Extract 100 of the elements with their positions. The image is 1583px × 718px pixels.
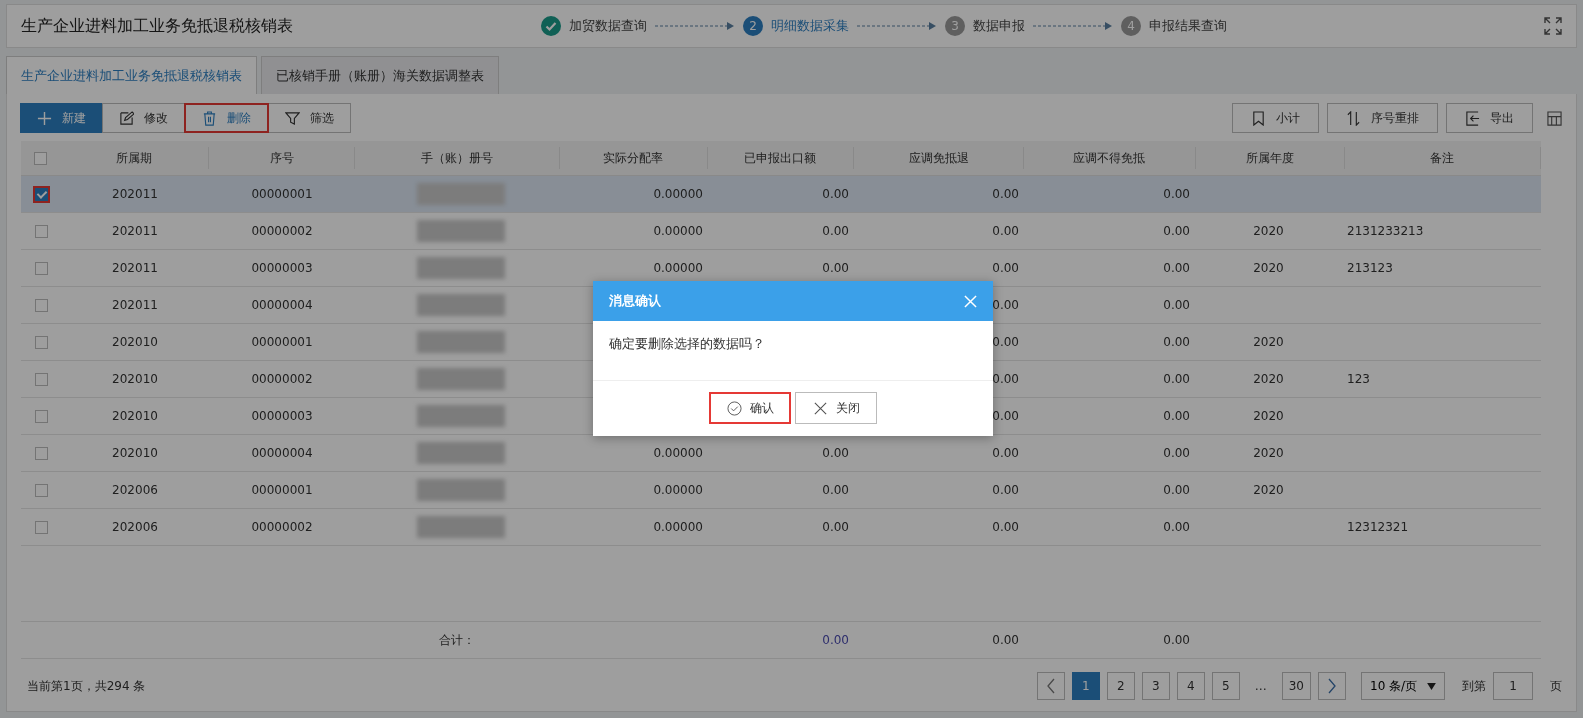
page-button[interactable]: 1	[1071, 672, 1100, 700]
table-cell-text: 202011	[111, 298, 159, 312]
dialog-button[interactable]: 关闭	[795, 392, 877, 424]
page-button[interactable]: 4	[1176, 672, 1205, 700]
row-checkbox[interactable]	[34, 298, 48, 312]
table-cell-text: 0.00	[991, 372, 1020, 386]
fullscreen-icon[interactable]	[1544, 17, 1562, 35]
table-cell-text: 12312321	[1346, 520, 1410, 534]
row-checkbox[interactable]	[32, 185, 50, 203]
table-row[interactable]: 202006 00000002 0.00000 0.00 0.00 0.00 12312321	[21, 509, 1541, 546]
tab[interactable]: 已核销手册（账册）海关数据调整表	[261, 56, 499, 94]
columns-icon[interactable]	[1547, 110, 1562, 126]
table-cell-text: 0.00000	[652, 520, 704, 534]
column-header: 所属期	[60, 147, 210, 169]
page-button[interactable]: 30	[1281, 672, 1311, 700]
page-button[interactable]: 2	[1106, 672, 1135, 700]
table-cell-text: 202010	[111, 335, 159, 349]
toolbar-button[interactable]: 导出	[1446, 103, 1533, 133]
table-cell-text: 0.00000	[652, 446, 704, 460]
toolbar-button[interactable]: 修改	[102, 103, 185, 133]
toolbar-button[interactable]: 序号重排	[1327, 103, 1438, 133]
row-checkbox[interactable]	[34, 483, 48, 497]
table-cell-text: 00000002	[250, 520, 314, 534]
edit-icon	[119, 110, 134, 126]
table-cell-text: 2020	[1252, 224, 1285, 238]
table-cell-text: 202011	[111, 187, 159, 201]
dashed-arrow-icon	[857, 21, 937, 31]
tab[interactable]: 生产企业进料加工业务免抵退税核销表	[6, 56, 257, 94]
bookmark-icon	[1251, 110, 1266, 126]
column-header: 所属年度	[1195, 147, 1345, 169]
dialog-message: 确定要删除选择的数据吗？	[609, 336, 765, 351]
table-cell-text: 0.00	[821, 261, 850, 275]
step-label[interactable]: 明细数据采集	[771, 17, 849, 35]
table-cell-text: 202010	[111, 446, 159, 460]
close-icon[interactable]	[964, 294, 977, 308]
chevron-left-icon	[1045, 678, 1056, 694]
table-cell-text: 0.00	[991, 224, 1020, 238]
column-header: 已申报出口额	[707, 147, 855, 169]
page-button[interactable]: 3	[1141, 672, 1170, 700]
step-label[interactable]: 加贸数据查询	[569, 17, 647, 35]
step-label[interactable]: 数据申报	[973, 17, 1025, 35]
table-cell-text: 0.00	[991, 483, 1020, 497]
table-cell-text: 00000003	[250, 261, 314, 275]
table-cell-text: 202006	[111, 483, 159, 497]
table-cell-text: 00000001	[250, 483, 314, 497]
step-label[interactable]: 申报结果查询	[1149, 17, 1227, 35]
table-cell-text: 0.00	[1162, 483, 1191, 497]
table-cell-text: 0.00	[1162, 224, 1191, 238]
table-row[interactable]: 202011 00000002 0.00000 0.00 0.00 0.00 2020 2131233213	[21, 213, 1541, 250]
table-cell-text: 213123	[1346, 261, 1394, 275]
toolbar-button[interactable]: 新建	[20, 103, 103, 133]
row-checkbox[interactable]	[34, 335, 48, 349]
table-cell-text: 0.00	[1162, 261, 1191, 275]
select-all-checkbox[interactable]	[34, 151, 48, 165]
page-button[interactable]: 5	[1211, 672, 1240, 700]
table-cell-text: 2020	[1252, 372, 1285, 386]
table-cell-text: 202010	[111, 409, 159, 423]
column-header: 序号	[209, 147, 356, 169]
table-cell-text: 0.00	[1162, 446, 1191, 460]
row-checkbox[interactable]	[34, 409, 48, 423]
table-cell-text: 123	[1346, 372, 1371, 386]
toolbar-button[interactable]: 筛选	[268, 103, 351, 133]
table-cell-text: 202011	[111, 261, 159, 275]
table-cell-text: 2020	[1252, 261, 1285, 275]
dialog-button[interactable]: 确认	[709, 392, 791, 424]
column-header: 应调不得免抵	[1024, 147, 1196, 169]
row-checkbox[interactable]	[34, 372, 48, 386]
next-page-button[interactable]	[1318, 672, 1346, 700]
previous-page-button[interactable]	[1036, 672, 1065, 700]
step-number: 4	[1121, 16, 1141, 36]
table-row[interactable]: 202006 00000001 0.00000 0.00 0.00 0.00 2020	[21, 472, 1541, 509]
table-cell-text: 202011	[111, 224, 159, 238]
page-size-select[interactable]: 10 条/页	[1361, 672, 1445, 700]
row-checkbox[interactable]	[34, 261, 48, 275]
column-header: 手（账）册号	[355, 147, 560, 169]
row-checkbox[interactable]	[34, 520, 48, 534]
pagination-ellipsis: …	[1253, 679, 1268, 693]
row-checkbox[interactable]	[34, 446, 48, 460]
close-icon	[812, 400, 828, 416]
page-title: 生产企业进料加工业务免抵退税核销表	[21, 15, 294, 37]
table-row[interactable]: 202011 00000001 0.00000 0.00 0.00 0.00	[21, 176, 1541, 213]
row-checkbox[interactable]	[34, 224, 48, 238]
table-cell-text: 2020	[1252, 483, 1285, 497]
page-unit-label: 页	[1550, 677, 1562, 695]
table-cell-text: 0.00	[991, 261, 1020, 275]
step-number: 2	[743, 16, 763, 36]
filter-icon	[285, 110, 300, 126]
dashed-arrow-icon	[655, 21, 735, 31]
goto-page-input[interactable]: 1	[1493, 672, 1533, 700]
table-cell-text: 00000002	[250, 372, 314, 386]
table-cell-text: 0.00	[821, 483, 850, 497]
table-cell-text: 00000003	[250, 409, 314, 423]
column-header: 应调免抵退	[854, 147, 1025, 169]
table-cell-text: 0.00	[821, 520, 850, 534]
table-cell-text: 202006	[111, 520, 159, 534]
toolbar-button[interactable]: 删除	[184, 103, 269, 133]
table-cell-text: 0.00	[1162, 520, 1191, 534]
table-cell-text: 2020	[1252, 409, 1285, 423]
toolbar-button[interactable]: 小计	[1232, 103, 1319, 133]
chevron-right-icon	[1327, 678, 1337, 694]
